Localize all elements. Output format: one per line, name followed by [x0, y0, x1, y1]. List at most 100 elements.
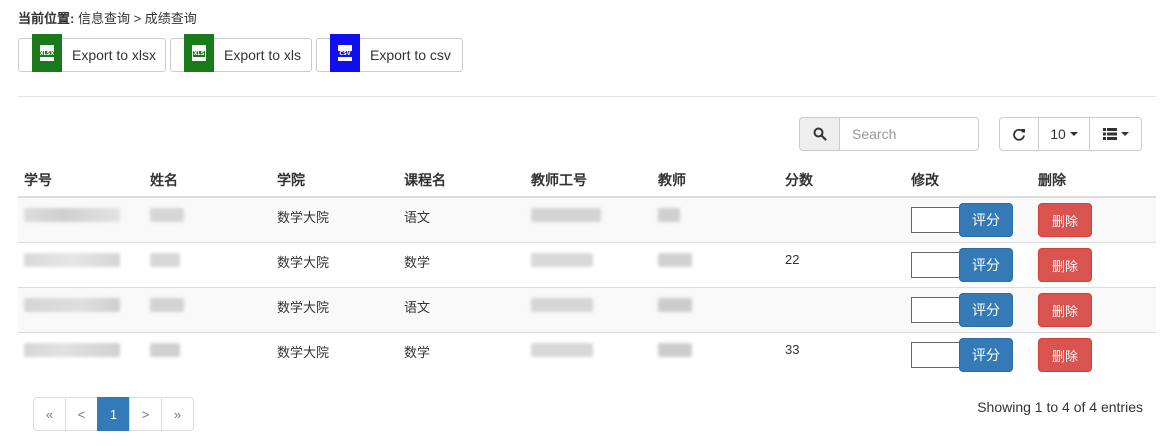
redacted-teacher-id [531, 208, 601, 222]
cell-name [144, 242, 271, 288]
redacted-name [150, 343, 180, 357]
redacted-name [150, 253, 180, 267]
redacted-name [150, 298, 184, 312]
delete-button[interactable]: 删除 [1038, 248, 1092, 282]
page-size-value: 10 [1050, 126, 1066, 142]
pagination-prev[interactable]: < [65, 397, 98, 431]
cell-course: 语文 [398, 287, 525, 333]
pagination-page-1[interactable]: 1 [97, 397, 130, 431]
header-teacher[interactable]: 教师 [652, 163, 779, 198]
export-csv-label: Export to csv [370, 47, 451, 63]
table-row: 数学大院 数学 22 评分 删除 [18, 242, 1156, 288]
redacted-teacher-id [531, 298, 593, 312]
cell-edit: 评分 [905, 332, 1032, 377]
cell-edit: 评分 [905, 287, 1032, 333]
score-input[interactable] [911, 297, 961, 323]
cell-name [144, 196, 271, 243]
columns-dropdown[interactable] [1089, 117, 1142, 151]
cell-student-id [18, 242, 144, 288]
rate-button[interactable]: 评分 [959, 338, 1013, 372]
list-icon [1102, 128, 1117, 140]
score-input[interactable] [911, 207, 961, 233]
export-xlsx-label: Export to xlsx [72, 47, 157, 63]
scores-table: 学号 姓名 学院 课程名 教师工号 教师 分数 修改 删除 数学大院 语文 评分… [18, 163, 1156, 377]
cell-student-id [18, 332, 144, 377]
redacted-teacher [658, 253, 692, 267]
cell-name [144, 332, 271, 377]
table-header-row: 学号 姓名 学院 课程名 教师工号 教师 分数 修改 删除 [18, 163, 1156, 198]
cell-teacher-id [525, 332, 652, 377]
xlsx-file-icon: XLSX [32, 34, 62, 72]
redacted-student-id [24, 253, 120, 267]
cell-score [779, 196, 905, 243]
search-group [799, 117, 979, 151]
cell-teacher-id [525, 242, 652, 288]
rate-button[interactable]: 评分 [959, 203, 1013, 237]
export-csv-button[interactable]: CSV Export to csv [316, 34, 463, 72]
delete-button[interactable]: 删除 [1038, 293, 1092, 327]
table-row: 数学大院 语文 评分 删除 [18, 196, 1156, 243]
cell-name [144, 287, 271, 333]
xls-file-icon: XLS [184, 34, 214, 72]
refresh-button[interactable] [999, 117, 1039, 151]
cell-college: 数学大院 [271, 196, 398, 243]
chevron-down-icon [1069, 132, 1078, 136]
pagination-last[interactable]: » [161, 397, 194, 431]
header-score[interactable]: 分数 [779, 163, 905, 198]
breadcrumb: 当前位置: 信息查询 > 成绩查询 [18, 8, 197, 27]
header-student-id[interactable]: 学号 [18, 163, 144, 198]
cell-student-id [18, 287, 144, 333]
rate-button[interactable]: 评分 [959, 248, 1013, 282]
breadcrumb-path: 信息查询 > 成绩查询 [77, 11, 197, 26]
redacted-student-id [24, 298, 120, 312]
pagination-summary: Showing 1 to 4 of 4 entries [977, 399, 1143, 415]
cell-score: 22 [779, 242, 905, 288]
cell-teacher [652, 332, 779, 377]
pagination-first[interactable]: « [33, 397, 66, 431]
page-size-dropdown[interactable]: 10 [1038, 117, 1090, 151]
cell-college: 数学大院 [271, 287, 398, 333]
cell-score: 33 [779, 332, 905, 377]
redacted-student-id [24, 343, 120, 357]
breadcrumb-label: 当前位置: [18, 11, 75, 26]
cell-teacher [652, 196, 779, 243]
export-xlsx-button[interactable]: XLSX Export to xlsx [18, 34, 166, 72]
pagination-next[interactable]: > [129, 397, 162, 431]
cell-score [779, 287, 905, 333]
header-edit[interactable]: 修改 [905, 163, 1032, 198]
cell-college: 数学大院 [271, 242, 398, 288]
header-name[interactable]: 姓名 [144, 163, 271, 198]
delete-button[interactable]: 删除 [1038, 203, 1092, 237]
header-delete[interactable]: 删除 [1032, 163, 1156, 198]
redacted-student-id [24, 208, 120, 222]
cell-course: 数学 [398, 332, 525, 377]
search-icon[interactable] [799, 117, 839, 151]
pagination: « < 1 > » [33, 397, 194, 431]
search-input[interactable] [839, 117, 979, 151]
header-college[interactable]: 学院 [271, 163, 398, 198]
cell-teacher-id [525, 196, 652, 243]
chevron-down-icon [1120, 132, 1129, 136]
cell-teacher [652, 287, 779, 333]
cell-edit: 评分 [905, 196, 1032, 243]
table-row: 数学大院 语文 评分 删除 [18, 287, 1156, 333]
cell-teacher-id [525, 287, 652, 333]
score-input[interactable] [911, 342, 961, 368]
divider [18, 96, 1156, 97]
cell-teacher [652, 242, 779, 288]
table-row: 数学大院 数学 33 评分 删除 [18, 332, 1156, 377]
redacted-teacher [658, 343, 692, 357]
redacted-teacher-id [531, 343, 593, 357]
export-xls-label: Export to xls [224, 47, 302, 63]
csv-file-icon: CSV [330, 34, 360, 72]
table-toolbar: 10 [999, 117, 1142, 151]
header-course[interactable]: 课程名 [398, 163, 525, 198]
header-teacher-id[interactable]: 教师工号 [525, 163, 652, 198]
redacted-teacher-id [531, 253, 593, 267]
rate-button[interactable]: 评分 [959, 293, 1013, 327]
cell-delete: 删除 [1032, 332, 1156, 377]
delete-button[interactable]: 删除 [1038, 338, 1092, 372]
cell-college: 数学大院 [271, 332, 398, 377]
score-input[interactable] [911, 252, 961, 278]
export-xls-button[interactable]: XLS Export to xls [170, 34, 312, 72]
